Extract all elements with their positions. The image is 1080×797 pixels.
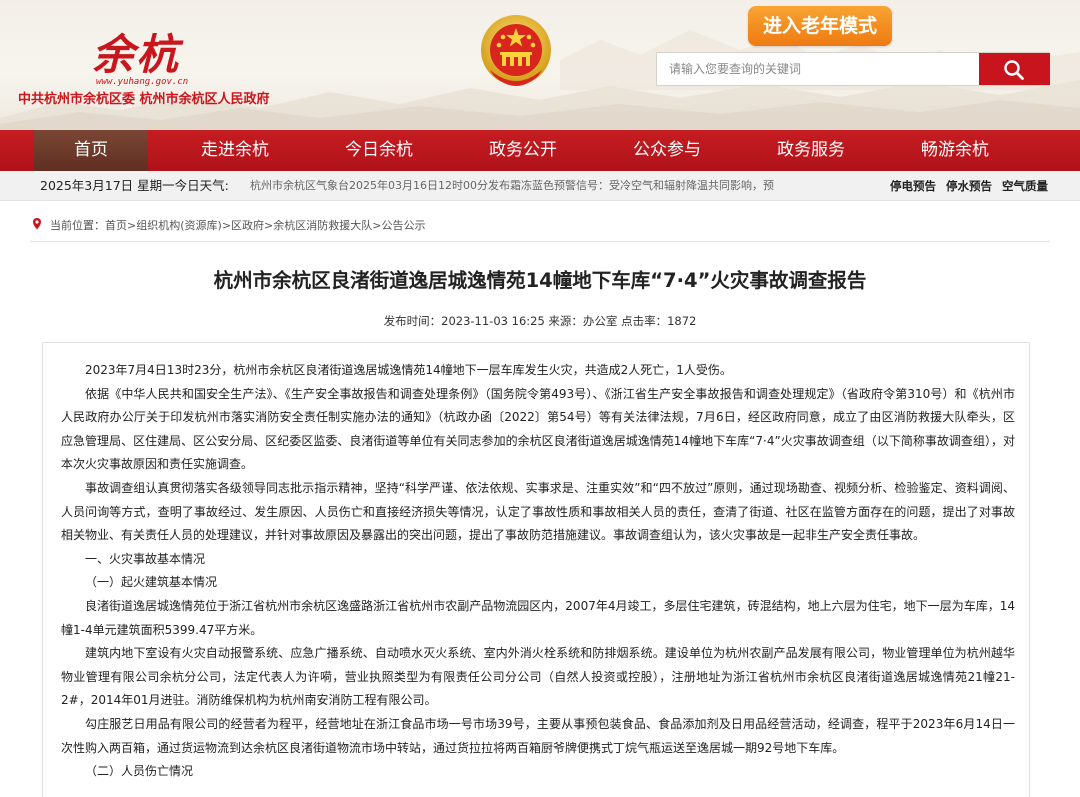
- search-button[interactable]: [979, 53, 1050, 85]
- search-icon: [1004, 60, 1024, 80]
- article-content: 2023年7月4日13时23分，杭州市余杭区良渚街道逸居城逸情苑14幢地下一层车…: [42, 342, 1030, 797]
- article-body: 2023年7月4日13时23分，杭州市余杭区良渚街道逸居城逸情苑14幢地下一层车…: [61, 359, 1015, 784]
- article-meta: 发布时间：2023-11-03 16:25 来源：办公室 点击率：1872: [383, 314, 697, 328]
- breadcrumb-separator: >: [264, 219, 274, 232]
- elder-mode-button[interactable]: 进入老年模式: [748, 6, 892, 46]
- org-name: 中共杭州市余杭区委 杭州市余杭区人民政府: [18, 92, 270, 107]
- breadcrumb-home[interactable]: 首页: [105, 219, 127, 232]
- breadcrumb-notices[interactable]: 公告公示: [381, 219, 425, 232]
- nav-item-today[interactable]: 今日余杭: [322, 130, 436, 171]
- info-ticker: 2025年3月17日 星期一今日天气: 杭州市余杭区气象台2025年03月16日…: [0, 171, 1080, 201]
- location-pin-icon: [33, 218, 41, 230]
- main-nav: 首页 走进余杭 今日余杭 政务公开 公众参与 政务服务 畅游余杭: [0, 130, 1080, 171]
- paragraph: 2023年7月4日13时23分，杭州市余杭区良渚街道逸居城逸情苑14幢地下一层车…: [85, 363, 732, 377]
- paragraph: 事故调查组认真贯彻落实各级领导同志批示指示精神，坚持“科学严谨、依法依规、实事求…: [61, 480, 1015, 543]
- nav-item-public[interactable]: 公众参与: [610, 130, 724, 171]
- breadcrumb-fire-brigade[interactable]: 余杭区消防救援大队: [273, 219, 372, 232]
- site-header: 余杭 www.yuhang.gov.cn 中共杭州市余杭区委 杭州市余杭区人民政…: [0, 0, 1080, 130]
- breadcrumb-separator: >: [127, 219, 137, 232]
- nav-item-about[interactable]: 走进余杭: [178, 130, 292, 171]
- subsection-heading: （一）起火建筑基本情况: [85, 575, 218, 590]
- weather-alert-text[interactable]: 杭州市余杭区气象台2025年03月16日12时00分发布霜冻蓝色预警信号：受冷空…: [250, 171, 810, 201]
- breadcrumb-prefix: 当前位置：: [50, 219, 105, 232]
- nav-item-services[interactable]: 政务服务: [754, 130, 868, 171]
- article-title: 杭州市余杭区良渚街道逸居城逸情苑14幢地下车库“7·4”火灾事故调查报告: [213, 269, 867, 292]
- nav-item-home[interactable]: 首页: [34, 130, 148, 171]
- paragraph: 依据《中华人民共和国安全生产法》、《生产安全事故报告和调查处理条例》（国务院令第…: [61, 386, 1015, 472]
- nav-item-travel[interactable]: 畅游余杭: [898, 130, 1012, 171]
- paragraph: 良渚街道逸居城逸情苑位于浙江省杭州市余杭区逸盛路浙江省杭州市农副产品物流园区内，…: [61, 598, 1015, 637]
- quick-link-power-outage[interactable]: 停电预告: [890, 179, 936, 193]
- breadcrumb-separator: >: [221, 219, 232, 232]
- site-logo[interactable]: 余杭: [92, 28, 202, 82]
- paragraph: 建筑内地下室设有火灾自动报警系统、应急广播系统、自动喷水灭火系统、室内外消火栓系…: [61, 646, 1015, 708]
- quick-link-air-quality[interactable]: 空气质量: [1002, 179, 1048, 193]
- site-logo-url: www.yuhang.gov.cn: [96, 77, 189, 87]
- nav-item-gov-open[interactable]: 政务公开: [466, 130, 580, 171]
- breadcrumb-org[interactable]: 组织机构(资源库): [136, 219, 222, 232]
- subsection-heading: （二）人员伤亡情况: [85, 764, 194, 779]
- breadcrumb: 当前位置：首页>组织机构(资源库)>区政府>余杭区消防救援大队>公告公示: [30, 216, 730, 236]
- breadcrumb-divider: [30, 241, 1050, 242]
- section-heading: 一、火灾事故基本情况: [85, 551, 206, 566]
- breadcrumb-district-gov[interactable]: 区政府: [231, 219, 264, 232]
- quick-links: 停电预告 停水预告 空气质量: [890, 171, 1080, 201]
- quick-link-water-outage[interactable]: 停水预告: [946, 179, 992, 193]
- date-weather-label: 2025年3月17日 星期一今日天气:: [40, 178, 229, 193]
- paragraph: 勾庄服艺日用品有限公司的经营者为程平，经营地址在浙江食品市场一号市场39号，主要…: [61, 716, 1015, 755]
- national-emblem-icon: [481, 15, 551, 86]
- search-box: [656, 52, 1050, 86]
- search-input[interactable]: [657, 53, 979, 85]
